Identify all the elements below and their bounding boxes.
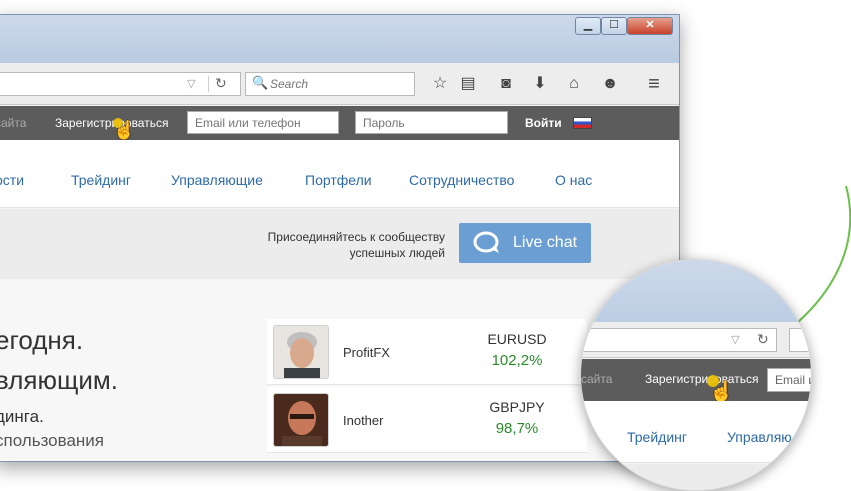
pocket-icon[interactable]: ◙ [495,73,517,95]
browser-window: ▁ ☐ ✕ ▽ ↻ 🔍 ☆ ▤ ◙ ⬇ ⌂ ☻ ≡ сайта Зарегист… [0,14,680,462]
maximize-button[interactable]: ☐ [601,17,627,35]
download-icon[interactable]: ⬇ [529,73,551,95]
minimize-button[interactable]: ▁ [575,17,601,35]
lens-reload-icon: ↻ [757,331,769,347]
managers-list: ProfitFX EURUSD 102,2% Inother GBPJPY 98… [267,319,587,461]
lens-search-box [789,328,811,352]
join-text: Присоединяйтесь к сообществу успешных лю… [225,229,445,261]
lens-toolbar: ▽ ↻ [581,322,811,358]
reading-list-icon[interactable]: ▤ [457,73,479,95]
lens-url-dropdown-icon: ▽ [731,334,740,346]
manager-return: 98,7% [495,420,539,437]
lens-address-bar: ▽ ↻ [581,328,777,352]
main-nav: ости Трейдинг Управляющие Портфели Сотру… [0,140,679,208]
search-icon: 🔍 [252,75,269,90]
url-separator [208,76,209,92]
currency-pair: GBPJPY [489,399,545,415]
lens-nav-item-managers: Управляю [727,429,792,445]
window-titlebar: ▁ ☐ ✕ [0,15,679,63]
chat-bubble-icon [473,231,499,253]
lens-nav: Трейдинг Управляю [581,401,811,463]
ru-flag-icon[interactable] [573,117,592,129]
live-chat-button[interactable]: Live chat [459,223,591,263]
hero-line-1: егодня. [0,325,84,355]
nav-item-trading[interactable]: Трейдинг [71,172,131,188]
lens-nav-item-trading: Трейдинг [627,429,687,445]
manager-row[interactable]: ProfitFX EURUSD 102,2% [267,319,587,385]
lens-titlebar [581,260,811,324]
site-link[interactable]: сайта [0,116,26,130]
login-button[interactable]: Войти [525,116,562,130]
close-button[interactable]: ✕ [627,17,673,35]
lens-topbar: сайта Зарегистрироваться Email и ☝ [581,359,811,403]
password-field[interactable] [355,111,508,134]
lens-join-bar [581,464,811,490]
manager-name[interactable]: Inother [343,413,383,428]
magnifier-lens: ▽ ↻ сайта Зарегистрироваться Email и ☝ Т… [580,259,812,491]
currency-pair: EURUSD [487,331,547,347]
screenshot-stage: ▁ ☐ ✕ ▽ ↻ 🔍 ☆ ▤ ◙ ⬇ ⌂ ☻ ≡ сайта Зарегист… [0,0,851,491]
address-bar[interactable]: ▽ ↻ [0,72,241,96]
nav-item-partnership[interactable]: Сотрудничество [409,172,514,188]
email-field[interactable] [187,111,339,134]
manager-return: 102,2% [491,352,543,369]
register-link[interactable]: Зарегистрироваться [55,116,168,130]
manager-name[interactable]: ProfitFX [343,345,390,360]
join-text-line-2: успешных людей [349,246,445,260]
manager-row[interactable]: Inother GBPJPY 98,7% [267,387,587,453]
lens-register-link: Зарегистрироваться [645,372,759,386]
hand-cursor-icon: ☝ [113,120,136,140]
avatar [273,325,329,379]
join-text-line-1: Присоединяйтесь к сообществу [267,230,445,244]
nav-item-about[interactable]: О нас [555,172,592,188]
url-dropdown-icon[interactable]: ▽ [187,77,195,90]
home-icon[interactable]: ⌂ [563,73,585,95]
main-content: егодня. вляющим. динга. спользования Pro… [0,279,679,461]
hero-line-3: динга. [0,407,44,426]
chat-bubble-icon[interactable]: ☻ [599,73,621,95]
nav-item-managers[interactable]: Управляющие [171,172,263,188]
lens-email-field: Email и [767,368,811,392]
star-icon[interactable]: ☆ [429,73,451,95]
join-community-bar: Присоединяйтесь к сообществу успешных лю… [0,209,679,279]
nav-item-news[interactable]: ости [0,172,24,188]
menu-icon[interactable]: ≡ [643,73,665,95]
site-topbar: сайта Зарегистрироваться Войти ☝ [0,106,679,140]
reload-icon[interactable]: ↻ [215,75,227,92]
lens-site-link: сайта [581,372,613,386]
search-box[interactable]: 🔍 [245,72,415,96]
hero-line-4: спользования [0,431,105,450]
nav-item-portfolios[interactable]: Портфели [305,172,372,188]
hero-line-2: вляющим. [0,365,118,395]
search-input[interactable] [270,76,410,92]
live-chat-label: Live chat [513,234,578,251]
avatar [273,393,329,447]
browser-toolbar: ▽ ↻ 🔍 ☆ ▤ ◙ ⬇ ⌂ ☻ ≡ [0,63,679,105]
